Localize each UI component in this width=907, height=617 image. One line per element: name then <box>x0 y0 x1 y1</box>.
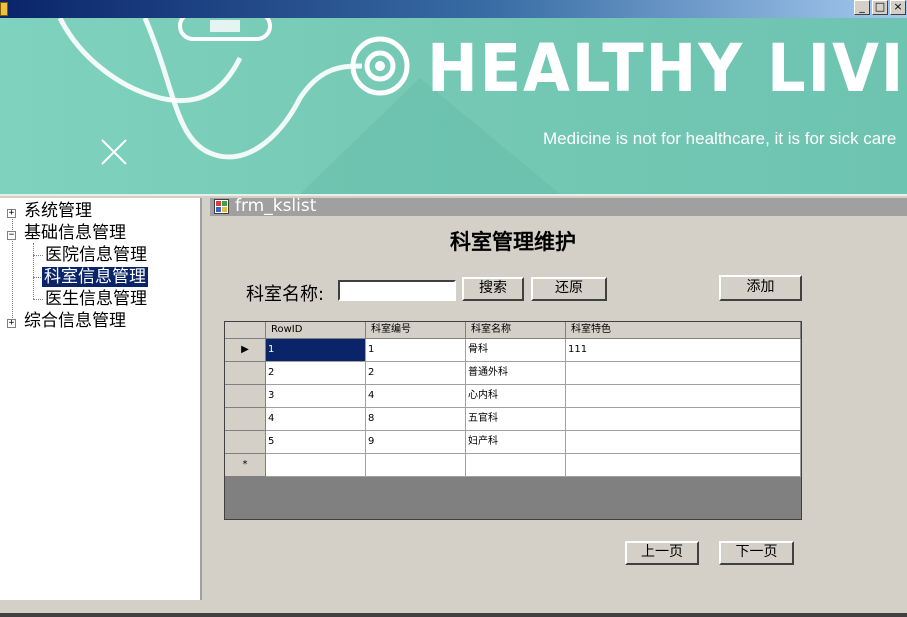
row-header[interactable] <box>225 385 266 408</box>
grid-cell[interactable]: 1 <box>266 339 366 362</box>
grid-cell[interactable] <box>466 454 566 477</box>
grid-cell[interactable]: 五官科 <box>466 408 566 431</box>
tree-connector <box>33 255 43 256</box>
window-bottom-border <box>0 613 907 617</box>
tree-item-hospital-info[interactable]: 医院信息管理 <box>45 245 147 265</box>
grid-cell[interactable]: 妇产科 <box>466 431 566 454</box>
tree-item-department-info[interactable]: 科室信息管理 <box>42 267 148 287</box>
reset-button[interactable]: 还原 <box>531 277 607 301</box>
department-grid[interactable]: RowID 科室编号 科室名称 科室特色 ▶ 1 1 骨科 111 2 2 普通… <box>224 321 802 520</box>
grid-corner[interactable] <box>225 322 266 339</box>
tree-item-basic-info[interactable]: 基础信息管理 <box>24 223 126 243</box>
grid-cell[interactable]: 3 <box>266 385 366 408</box>
grid-cell[interactable]: 骨科 <box>466 339 566 362</box>
column-header[interactable]: 科室特色 <box>566 322 801 339</box>
grid-cell[interactable]: 2 <box>366 362 466 385</box>
search-button[interactable]: 搜索 <box>462 277 524 301</box>
grid-cell[interactable]: 1 <box>366 339 466 362</box>
grid-cell[interactable]: 普通外科 <box>466 362 566 385</box>
tree-connector <box>33 299 43 300</box>
grid-cell[interactable]: 9 <box>366 431 466 454</box>
department-name-input[interactable] <box>338 280 456 301</box>
add-button[interactable]: 添加 <box>719 275 802 301</box>
grid-cell[interactable]: 2 <box>266 362 366 385</box>
app-icon <box>0 2 8 16</box>
grid-cell[interactable] <box>566 454 801 477</box>
maximize-button[interactable]: □ <box>872 0 888 15</box>
table-row[interactable]: 3 4 心内科 <box>225 385 801 408</box>
expand-icon[interactable]: + <box>7 209 16 218</box>
column-header[interactable]: 科室名称 <box>466 322 566 339</box>
tree-item-doctor-info[interactable]: 医生信息管理 <box>45 289 147 309</box>
banner-title: HEALTHY LIVIN <box>427 30 907 107</box>
grid-cell[interactable]: 心内科 <box>466 385 566 408</box>
next-page-button[interactable]: 下一页 <box>719 541 794 565</box>
table-row[interactable]: 4 8 五官科 <box>225 408 801 431</box>
column-header[interactable]: 科室编号 <box>366 322 466 339</box>
window-titlebar: _ □ × <box>0 0 907 18</box>
new-row[interactable]: * <box>225 454 801 477</box>
grid-cell[interactable]: 4 <box>366 385 466 408</box>
grid-cell[interactable] <box>366 454 466 477</box>
tree-connector <box>33 243 34 299</box>
grid-cell[interactable] <box>266 454 366 477</box>
grid-cell[interactable]: 5 <box>266 431 366 454</box>
navigation-tree: + 系统管理 − 基础信息管理 医院信息管理 科室信息管理 医生信息管理 + 综… <box>0 198 202 600</box>
row-header[interactable] <box>225 362 266 385</box>
banner-subtitle: Medicine is not for healthcare, it is fo… <box>543 129 897 148</box>
row-header[interactable] <box>225 431 266 454</box>
grid-cell[interactable] <box>566 362 801 385</box>
expand-icon[interactable]: + <box>7 319 16 328</box>
table-row[interactable]: ▶ 1 1 骨科 111 <box>225 339 801 362</box>
child-window-title: frm_kslist <box>235 196 317 216</box>
new-row-asterisk-icon[interactable]: * <box>225 454 266 477</box>
collapse-icon[interactable]: − <box>7 231 16 240</box>
grid-cell[interactable]: 111 <box>566 339 801 362</box>
grid-cell[interactable] <box>566 385 801 408</box>
grid-cell[interactable]: 8 <box>366 408 466 431</box>
row-header[interactable] <box>225 408 266 431</box>
tree-item-comprehensive-info[interactable]: 综合信息管理 <box>24 311 126 331</box>
previous-page-button[interactable]: 上一页 <box>625 541 699 565</box>
grid-cell[interactable]: 4 <box>266 408 366 431</box>
tree-item-system[interactable]: 系统管理 <box>24 201 92 221</box>
grid-cell[interactable] <box>566 408 801 431</box>
close-button[interactable]: × <box>890 0 906 15</box>
current-row-indicator-icon[interactable]: ▶ <box>225 339 266 362</box>
banner-divider <box>0 194 907 196</box>
column-header[interactable]: RowID <box>266 322 366 339</box>
table-row[interactable]: 2 2 普通外科 <box>225 362 801 385</box>
search-label: 科室名称: <box>246 284 325 305</box>
page-title: 科室管理维护 <box>450 230 576 254</box>
grid-header-row: RowID 科室编号 科室名称 科室特色 <box>225 322 801 339</box>
minimize-button[interactable]: _ <box>854 0 870 15</box>
form-icon <box>214 199 229 214</box>
table-row[interactable]: 5 9 妇产科 <box>225 431 801 454</box>
grid-cell[interactable] <box>566 431 801 454</box>
header-banner: HEALTHY LIVIN Medicine is not for health… <box>0 18 907 194</box>
